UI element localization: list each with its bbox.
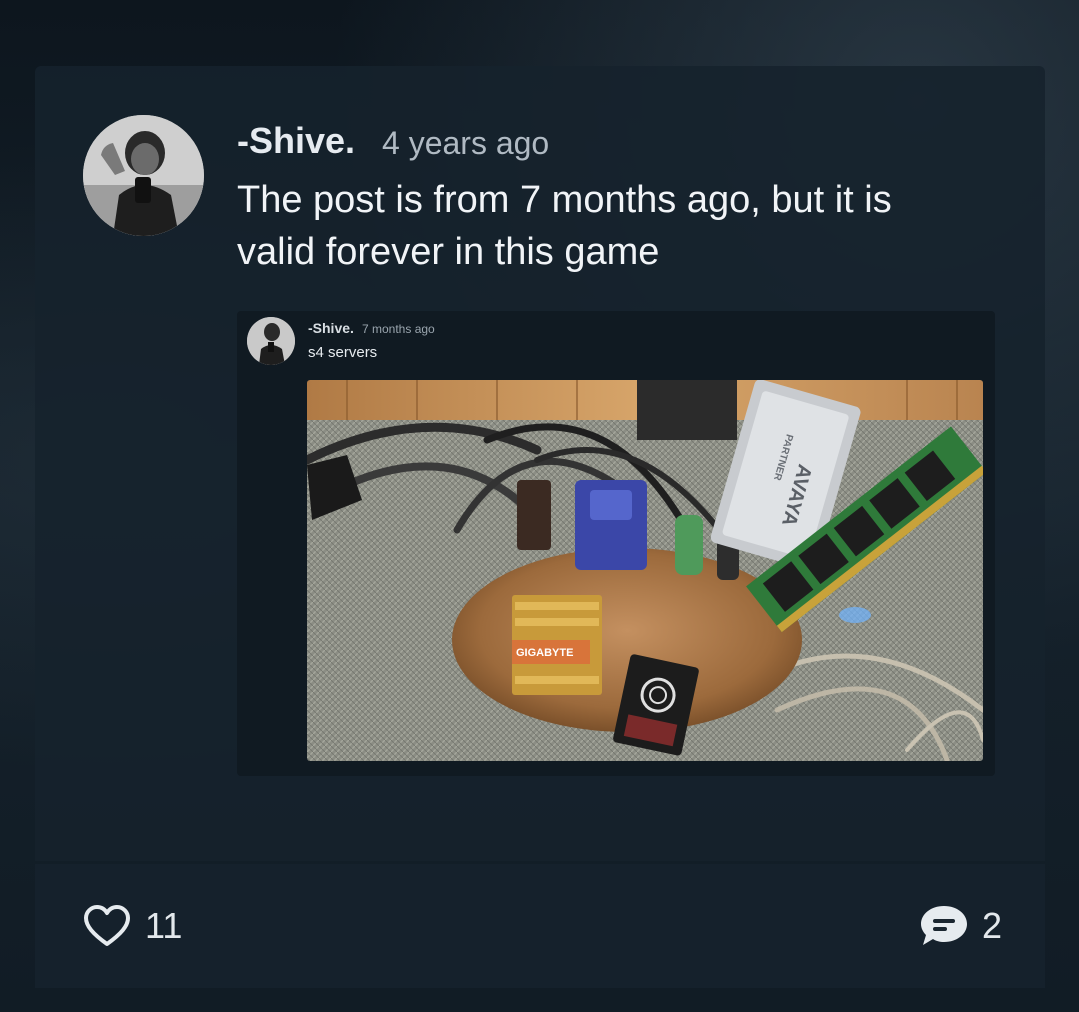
author-avatar[interactable] xyxy=(83,115,204,236)
potato-server-photo: AVAYA PARTNER GIGABYTE xyxy=(307,380,983,761)
embed-timestamp: 7 months ago xyxy=(362,322,435,336)
embed-body-text: s4 servers xyxy=(308,344,378,361)
embed-author-avatar xyxy=(247,317,295,365)
author-name[interactable]: -Shive. xyxy=(237,120,355,162)
post-footer xyxy=(35,864,1045,988)
post-body-text: The post is from 7 months ago, but it is… xyxy=(237,179,892,273)
speech-bubble-icon[interactable] xyxy=(919,903,969,947)
embed-author-name: -Shive. xyxy=(308,320,354,336)
avatar-photo xyxy=(83,115,204,236)
gigabyte-label: GIGABYTE xyxy=(516,647,573,659)
embed-photo[interactable]: AVAYA PARTNER GIGABYTE xyxy=(307,380,983,761)
heart-outline-icon[interactable] xyxy=(83,904,131,948)
post-timestamp: 4 years ago xyxy=(382,125,550,161)
embed-avatar-photo xyxy=(247,317,295,365)
comment-count[interactable]: 2 xyxy=(982,905,1002,947)
like-count[interactable]: 11 xyxy=(145,905,182,947)
